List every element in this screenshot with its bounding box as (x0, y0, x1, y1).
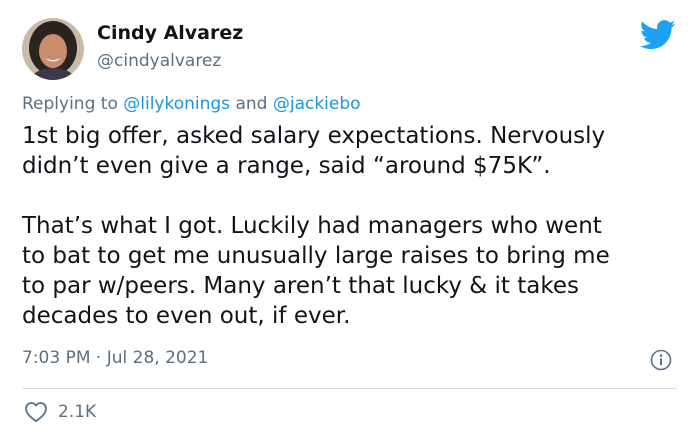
tweet-paragraph-2: That’s what I got. Luckily had managers … (22, 211, 682, 331)
tweet-line: to bat to get me unusually large raises … (22, 243, 610, 269)
tweet-line: 1st big offer, asked salary expectations… (22, 123, 606, 149)
tweet-line: decades to even out, if ever. (22, 303, 351, 329)
tweet-paragraph-1: 1st big offer, asked salary expectations… (22, 121, 682, 181)
tweet-card: Cindy Alvarez @cindyalvarez Replying to … (0, 0, 700, 442)
tweet-line: to par w/peers. Many aren’t that lucky &… (22, 273, 579, 299)
tweet-timestamp[interactable]: 7:03 PM · Jul 28, 2021 (22, 348, 208, 368)
author-name[interactable]: Cindy Alvarez (97, 22, 243, 44)
mention-link-jackiebo[interactable]: @jackiebo (273, 94, 361, 114)
reply-prefix: Replying to (22, 94, 118, 114)
tweet-line: That’s what I got. Luckily had managers … (22, 213, 602, 239)
tweet-text: 1st big offer, asked salary expectations… (22, 121, 682, 331)
like-count: 2.1K (58, 402, 97, 422)
author-handle[interactable]: @cindyalvarez (97, 51, 221, 71)
info-icon[interactable] (650, 349, 672, 371)
mention-link-lilykonings[interactable]: @lilykonings (123, 94, 230, 114)
divider (22, 388, 677, 389)
avatar[interactable] (22, 18, 84, 80)
reply-conjunction: and (235, 94, 268, 114)
twitter-bird-icon[interactable] (639, 20, 676, 50)
tweet-line: didn’t even give a range, said “around $… (22, 153, 551, 179)
heart-icon (25, 402, 47, 423)
reply-context: Replying to @lilykonings and @jackiebo (22, 94, 361, 114)
like-button[interactable]: 2.1K (24, 401, 96, 423)
